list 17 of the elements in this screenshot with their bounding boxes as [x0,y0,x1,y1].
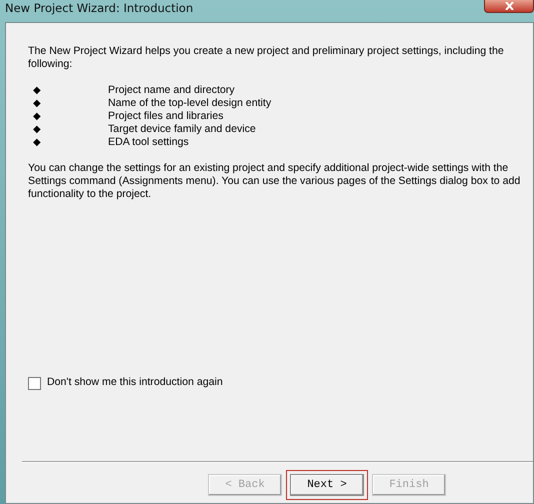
bullet-icon: ◆ [33,111,41,122]
list-item: Project name and directory [108,84,235,97]
bullet-icon: ◆ [33,137,41,148]
list-item: Project files and libraries [108,110,224,123]
bullet-icon: ◆ [33,124,41,135]
close-icon [504,2,514,10]
dont-show-checkbox[interactable]: Don't show me this introduction again [28,375,533,391]
list-item: Target device family and device [108,123,256,136]
wizard-button[interactable]: Next > [290,474,364,496]
bullet-icon: ◆ [33,85,41,96]
close-button[interactable] [484,0,534,13]
intro-paragraph: The New Project Wizard helps you create a new project and preliminary project settings, including the following: [28,45,505,71]
window-title: New Project Wizard: Introduction [5,0,194,17]
note-paragraph: You can change the settings for an existing project and specify additional project-wide settings with the Settings command (Assignments menu). You can use the various pages of the Settings dialog box to add functionality to the project. [28,162,522,201]
list-item: Name of the top-level design entity [108,97,272,110]
list-item: EDA tool settings [108,136,189,149]
bullet-icon: ◆ [33,98,41,109]
